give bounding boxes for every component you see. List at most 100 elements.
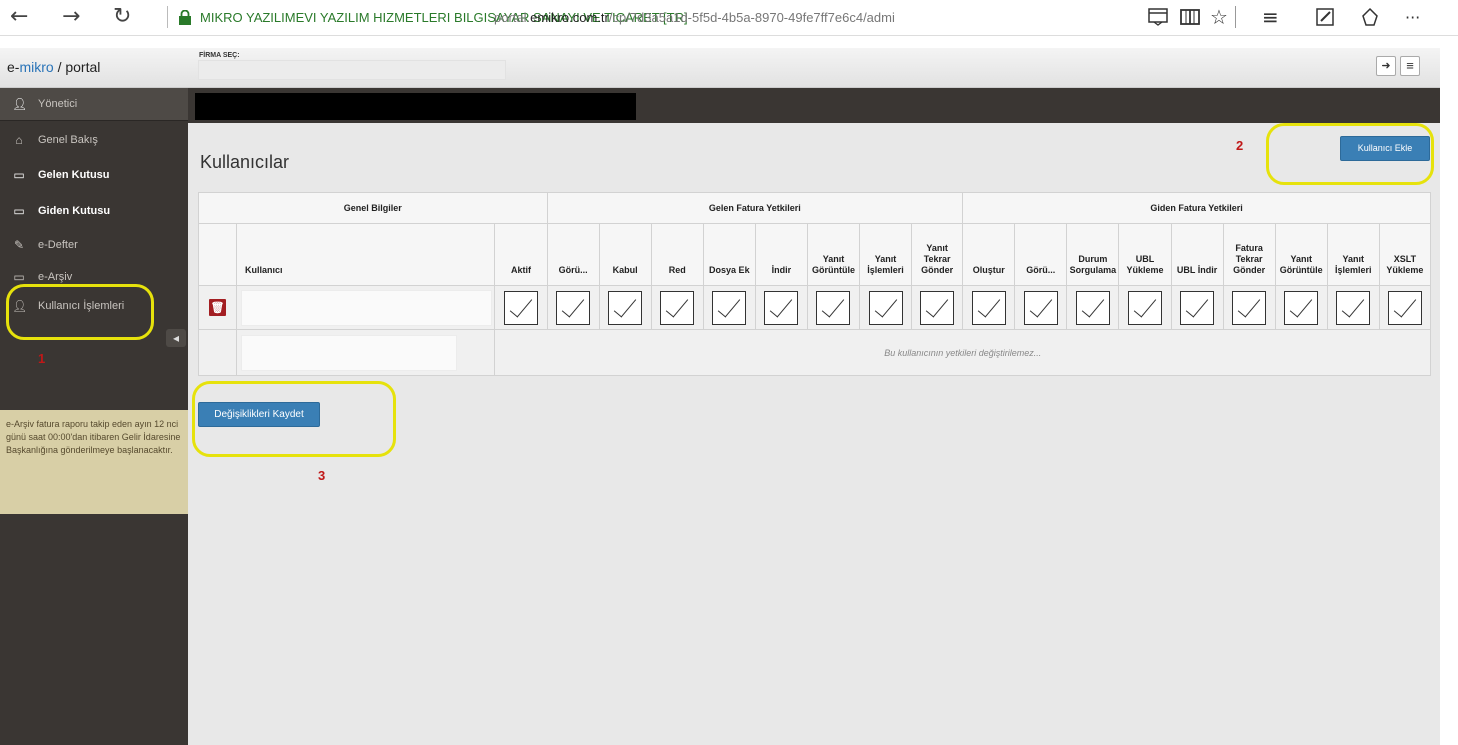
back-icon[interactable]: ← xyxy=(10,4,28,29)
user-name-field[interactable] xyxy=(241,334,458,371)
delete-icon[interactable]: 🗑︎ xyxy=(209,299,227,316)
star-icon[interactable]: ☆ xyxy=(1210,5,1228,29)
address-bar[interactable]: portal.emikro.com.tr/cp/7d3a5a1d-5f5d-4b… xyxy=(494,10,934,25)
column-header: UBL İndir xyxy=(1170,223,1224,286)
forward-icon[interactable]: → xyxy=(62,4,80,29)
row-actions: 🗑︎ xyxy=(197,285,238,330)
divider xyxy=(1235,6,1236,28)
callout-number: 2 xyxy=(1236,138,1244,153)
permission-checkbox[interactable] xyxy=(1023,290,1058,325)
collapse-sidebar-icon[interactable]: ◂ xyxy=(166,329,186,347)
sidebar: 👤︎ Yönetici ⌂ Genel Bakış ▭ Gelen Kutusu… xyxy=(0,88,188,745)
url-path: /cp/7d3a5a1d-5f5d-4b5a-8970-49fe7ff7e6c4… xyxy=(608,10,895,25)
perm-cell xyxy=(859,285,913,330)
brand-portal: / portal xyxy=(53,59,101,75)
web-note-icon[interactable] xyxy=(1315,7,1335,27)
perm-cell xyxy=(1066,285,1120,330)
sidebar-item-label: Genel Bakış xyxy=(38,134,98,146)
callout-highlight-1 xyxy=(6,284,154,340)
url-domain: emikro.com.tr xyxy=(530,10,609,25)
group-header-gelen: Gelen Fatura Yetkileri xyxy=(546,192,964,224)
user-icon: 👤︎ xyxy=(12,97,28,111)
callout-number: 1 xyxy=(38,351,46,366)
permission-checkbox[interactable] xyxy=(1284,290,1319,325)
portal-header: e-mikro / portal FİRMA SEÇ: ➜ ≡ xyxy=(0,48,1440,88)
permission-checkbox[interactable] xyxy=(504,290,538,325)
perm-cell xyxy=(1118,285,1172,330)
permission-checkbox[interactable] xyxy=(1075,290,1110,325)
permission-checkbox[interactable] xyxy=(1180,290,1215,325)
sidebar-item-label: e-Arşiv xyxy=(38,271,73,283)
menu-icon[interactable]: ≡ xyxy=(1400,56,1420,76)
tab-preview-icon[interactable] xyxy=(1148,8,1168,26)
edit-icon: ✎ xyxy=(13,238,25,252)
permission-checkbox[interactable] xyxy=(608,290,643,325)
column-header: Kabul xyxy=(598,223,652,286)
permission-checkbox[interactable] xyxy=(556,290,591,325)
permission-checkbox[interactable] xyxy=(868,290,903,325)
column-header: Durum Sorgulama xyxy=(1066,223,1120,286)
permission-checkbox[interactable] xyxy=(1232,290,1267,325)
brand-logo[interactable]: e-mikro / portal xyxy=(7,59,100,75)
permission-checkbox[interactable] xyxy=(816,290,851,325)
permission-checkbox[interactable] xyxy=(920,290,955,325)
column-header: Kullanıcı xyxy=(236,223,496,286)
column-header: Dosya Ek xyxy=(702,223,756,286)
permission-checkbox[interactable] xyxy=(660,290,695,325)
refresh-icon[interactable]: ↻ xyxy=(113,4,131,29)
e-arsiv-notice: e-Arşiv fatura raporu takip eden ayın 12… xyxy=(0,410,188,514)
perm-cell xyxy=(1378,285,1432,330)
sidebar-user[interactable]: 👤︎ Yönetici xyxy=(0,88,188,121)
page-title: Kullanıcılar xyxy=(200,152,290,172)
more-icon[interactable]: ··· xyxy=(1405,8,1420,27)
column-header-actions xyxy=(197,223,238,286)
brand-mikro: mikro xyxy=(19,59,54,75)
column-header: Yanıt İşlemleri xyxy=(1326,223,1380,286)
sidebar-item-gelen-kutusu[interactable]: ▭ Gelen Kutusu xyxy=(0,159,188,192)
inbox-icon: ▭ xyxy=(13,270,25,284)
column-header: Red xyxy=(650,223,704,286)
permission-checkbox[interactable] xyxy=(1336,290,1371,325)
url-prefix: portal. xyxy=(494,10,531,25)
perm-cell xyxy=(650,285,704,330)
sidebar-item-e-defter[interactable]: ✎ e-Defter xyxy=(0,229,188,262)
hub-icon[interactable]: ≡ xyxy=(1262,5,1279,29)
column-header: XSLT Yükleme xyxy=(1378,223,1432,286)
page-edge xyxy=(1440,36,1458,745)
share-icon[interactable] xyxy=(1360,7,1380,27)
home-icon: ⌂ xyxy=(15,133,23,147)
row-actions xyxy=(197,329,238,376)
logout-icon[interactable]: ➜ xyxy=(1376,56,1396,76)
permission-checkbox[interactable] xyxy=(1387,290,1422,325)
callout-number: 3 xyxy=(318,468,326,483)
column-header: İndir xyxy=(754,223,808,286)
permission-checkbox[interactable] xyxy=(971,290,1006,325)
column-header: Yanıt Görüntüle xyxy=(806,223,861,286)
divider xyxy=(167,6,168,28)
permission-checkbox[interactable] xyxy=(1127,290,1162,325)
perm-cell xyxy=(598,285,652,330)
permission-checkbox[interactable] xyxy=(712,290,747,325)
column-header: Fatura Tekrar Gönder xyxy=(1222,223,1276,286)
perm-cell xyxy=(1326,285,1380,330)
column-header: Yanıt Tekrar Gönder xyxy=(911,223,964,286)
reading-view-icon[interactable] xyxy=(1180,8,1200,26)
column-header: Oluştur xyxy=(962,223,1016,286)
perm-cell xyxy=(1274,285,1328,330)
column-header: Görü... xyxy=(1014,223,1068,286)
user-name-field[interactable] xyxy=(241,289,493,326)
sidebar-item-genel-bakis[interactable]: ⌂ Genel Bakış xyxy=(0,124,188,157)
company-select-label: FİRMA SEÇ: xyxy=(199,52,240,59)
user-name-cell xyxy=(236,285,496,330)
company-select[interactable] xyxy=(198,60,506,80)
locked-message: Bu kullanıcının yetkileri değiştirilemez… xyxy=(884,347,1042,358)
perm-cell xyxy=(962,285,1016,330)
sidebar-item-giden-kutusu[interactable]: ▭ Giden Kutusu xyxy=(0,195,188,228)
perm-cell xyxy=(911,285,964,330)
user-name-cell xyxy=(236,329,496,376)
perm-cell xyxy=(754,285,808,330)
perm-cell xyxy=(546,285,600,330)
permission-checkbox[interactable] xyxy=(764,290,799,325)
perm-cell xyxy=(494,285,548,330)
sidebar-item-label: Gelen Kutusu xyxy=(38,169,110,181)
